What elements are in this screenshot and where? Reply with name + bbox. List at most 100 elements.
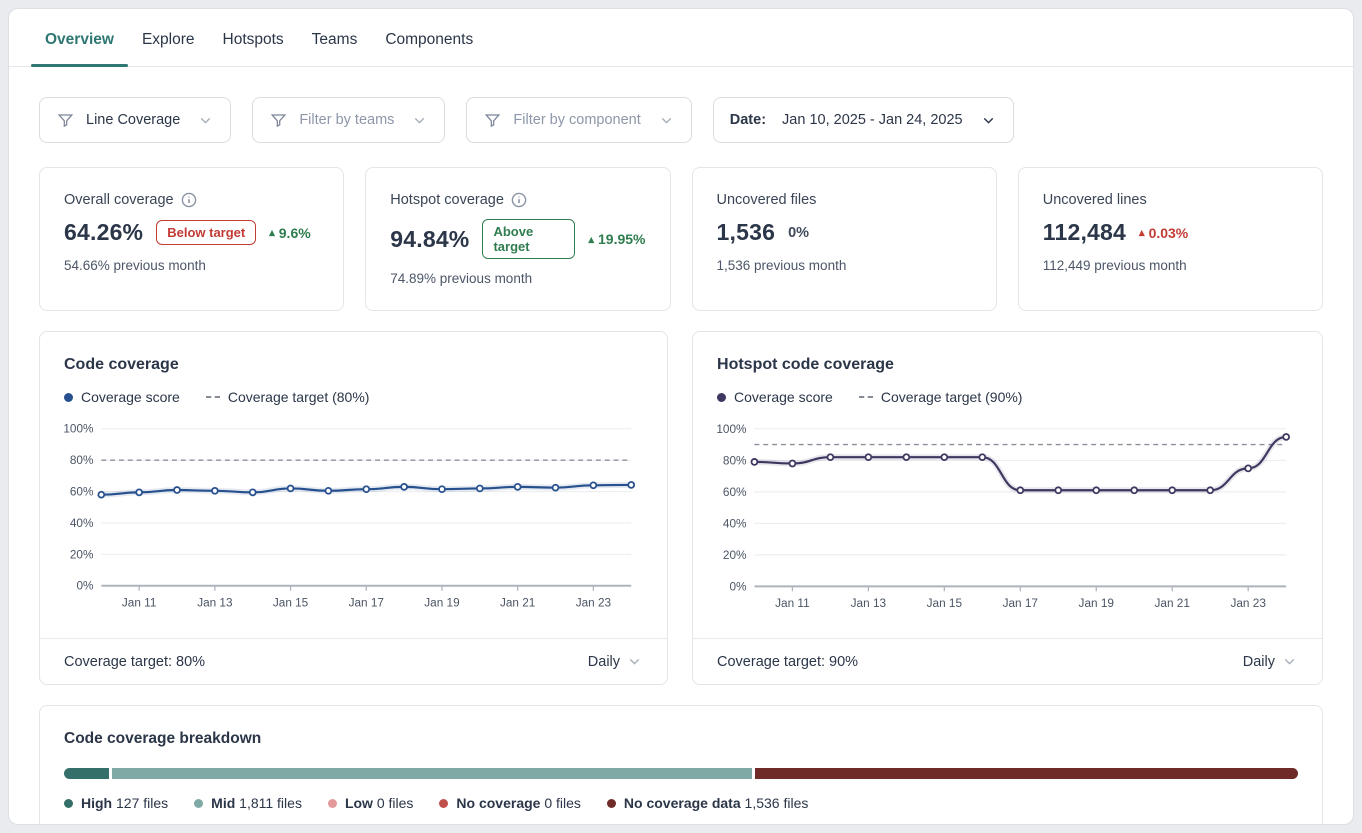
uncovered-files-value: 1,536 — [717, 219, 776, 246]
high-dot-icon — [64, 799, 73, 808]
granularity-dropdown[interactable]: Daily — [1243, 653, 1298, 670]
uncovered-files-card: Uncovered files 1,536 0% 1,536 previous … — [692, 167, 997, 311]
coverage-breakdown-bar — [64, 768, 1298, 779]
info-icon[interactable] — [511, 192, 527, 208]
legend-no-coverage: No coverage 0 files — [439, 795, 581, 811]
legend-coverage-target: Coverage target (90%) — [859, 389, 1023, 405]
card-title: Uncovered lines — [1043, 192, 1147, 208]
no-coverage-data-dot-icon — [607, 799, 616, 808]
metric-filter-dropdown[interactable]: Line Coverage — [39, 97, 231, 143]
overall-coverage-card: Overall coverage 64.26% Below target ▴ 9… — [39, 167, 344, 311]
svg-text:Jan 23: Jan 23 — [576, 596, 612, 609]
legend-label: Coverage score — [81, 389, 180, 405]
legend-label: Low — [345, 795, 373, 811]
svg-text:100%: 100% — [717, 422, 747, 436]
above-target-badge: Above target — [482, 219, 575, 259]
mid-dot-icon — [194, 799, 203, 808]
series-dot-icon — [717, 393, 726, 402]
svg-text:Jan 11: Jan 11 — [775, 596, 810, 610]
granularity-value: Daily — [1243, 654, 1275, 670]
card-title-row: Uncovered files — [717, 192, 972, 208]
svg-text:80%: 80% — [723, 453, 747, 467]
chevron-down-icon — [658, 112, 675, 129]
granularity-dropdown[interactable]: Daily — [588, 653, 643, 670]
legend-label: Coverage target (90%) — [881, 389, 1023, 405]
legend-label: Coverage score — [734, 389, 833, 405]
delta-value: 9.6% — [279, 225, 311, 241]
svg-text:Jan 21: Jan 21 — [1155, 596, 1190, 610]
legend-label: Coverage target (80%) — [228, 389, 370, 405]
chevron-down-icon — [197, 112, 214, 129]
legend-label: No coverage data — [624, 795, 741, 811]
svg-text:Jan 11: Jan 11 — [122, 596, 156, 609]
legend-coverage-score: Coverage score — [717, 389, 833, 405]
lines-delta: ▴ 0.03% — [1139, 225, 1188, 241]
tab-overview[interactable]: Overview — [31, 21, 128, 66]
legend-label: High — [81, 795, 112, 811]
low-dot-icon — [328, 799, 337, 808]
funnel-icon — [269, 111, 288, 130]
coverage-value: 94.84% — [390, 226, 469, 253]
dashed-line-icon — [206, 396, 220, 398]
legend-label: Mid — [211, 795, 235, 811]
info-icon[interactable] — [181, 192, 197, 208]
legend-count: 0 files — [544, 795, 581, 811]
svg-text:Jan 15: Jan 15 — [273, 596, 309, 609]
breakdown-segment-mid — [112, 768, 752, 779]
component-filter-placeholder: Filter by component — [513, 112, 640, 128]
svg-text:Jan 19: Jan 19 — [424, 596, 459, 609]
svg-text:0%: 0% — [730, 579, 748, 593]
legend-low: Low 0 files — [328, 795, 413, 811]
svg-text:40%: 40% — [70, 517, 94, 530]
date-range-value: Jan 10, 2025 - Jan 24, 2025 — [782, 112, 963, 128]
tab-components[interactable]: Components — [371, 21, 487, 66]
series-dot-icon — [64, 393, 73, 402]
metric-filter-label: Line Coverage — [86, 112, 180, 128]
svg-text:100%: 100% — [64, 423, 94, 436]
date-range-dropdown[interactable]: Date: Jan 10, 2025 - Jan 24, 2025 — [713, 97, 1014, 143]
top-tab-bar: Overview Explore Hotspots Teams Componen… — [9, 9, 1353, 67]
svg-text:60%: 60% — [723, 485, 747, 499]
breakdown-segment-no-coverage-data — [755, 768, 1298, 779]
legend-count: 1,811 files — [239, 795, 302, 811]
chart-legend: Coverage score Coverage target (80%) — [64, 389, 643, 405]
tab-hotspots[interactable]: Hotspots — [209, 21, 298, 66]
card-title: Uncovered files — [717, 192, 817, 208]
svg-text:Jan 23: Jan 23 — [1230, 596, 1266, 610]
component-filter-dropdown[interactable]: Filter by component — [466, 97, 691, 143]
legend-coverage-target: Coverage target (80%) — [206, 389, 370, 405]
dashed-line-icon — [859, 396, 873, 398]
teams-filter-dropdown[interactable]: Filter by teams — [252, 97, 445, 143]
svg-text:Jan 21: Jan 21 — [500, 596, 535, 609]
legend-count: 127 files — [116, 795, 168, 811]
card-title-row: Hotspot coverage — [390, 192, 645, 208]
coverage-delta: ▴ 19.95% — [588, 231, 645, 247]
card-title-row: Overall coverage — [64, 192, 319, 208]
granularity-value: Daily — [588, 654, 620, 670]
below-target-badge: Below target — [156, 220, 256, 245]
uncovered-lines-card: Uncovered lines 112,484 ▴ 0.03% 112,449 … — [1018, 167, 1323, 311]
coverage-value: 64.26% — [64, 219, 143, 246]
arrow-up-icon: ▴ — [588, 233, 594, 246]
coverage-delta: ▴ 9.6% — [269, 225, 310, 241]
tab-explore[interactable]: Explore — [128, 21, 209, 66]
svg-text:20%: 20% — [723, 548, 747, 562]
chevron-down-icon — [1281, 653, 1298, 670]
previous-month-text: 54.66% previous month — [64, 258, 319, 273]
card-title: Overall coverage — [64, 192, 174, 208]
date-label: Date: — [730, 112, 766, 128]
legend-count: 1,536 files — [745, 795, 809, 811]
chevron-down-icon — [411, 112, 428, 129]
legend-mid: Mid 1,811 files — [194, 795, 302, 811]
svg-text:Jan 13: Jan 13 — [851, 596, 887, 610]
delta-value: 0.03% — [1149, 225, 1189, 241]
chevron-down-icon — [626, 653, 643, 670]
tab-teams[interactable]: Teams — [298, 21, 372, 66]
legend-no-coverage-data: No coverage data 1,536 files — [607, 795, 808, 811]
code-coverage-chart-card: Code coverage Coverage score Coverage ta… — [39, 331, 668, 685]
coverage-dashboard: Overview Explore Hotspots Teams Componen… — [8, 8, 1354, 825]
hotspot-coverage-card: Hotspot coverage 94.84% Above target ▴ 1… — [365, 167, 670, 311]
svg-text:Jan 15: Jan 15 — [927, 596, 963, 610]
legend-high: High 127 files — [64, 795, 168, 811]
previous-month-text: 112,449 previous month — [1043, 258, 1298, 273]
